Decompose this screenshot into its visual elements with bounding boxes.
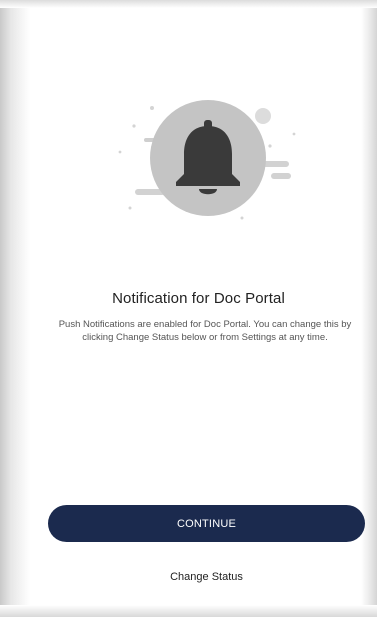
notification-message: Push Notifications are enabled for Doc P… xyxy=(58,319,352,343)
decor-dot xyxy=(240,216,244,220)
continue-button[interactable]: CONTINUE xyxy=(48,505,365,542)
bell-illustration xyxy=(118,100,296,220)
decor-dot xyxy=(118,150,122,154)
decor-dot xyxy=(150,106,154,110)
bottom-edge-shadow xyxy=(0,605,377,617)
decor-small-circle xyxy=(255,108,271,124)
left-edge-shadow xyxy=(0,0,30,617)
page-title: Notification for Doc Portal xyxy=(112,290,285,307)
change-status-link[interactable]: Change Status xyxy=(48,571,365,583)
decor-dot xyxy=(292,132,296,136)
top-edge-shadow xyxy=(0,0,377,8)
decor-dot xyxy=(268,144,272,148)
notification-screen: Notification for Doc Portal Push Notific… xyxy=(0,0,377,617)
decor-dot xyxy=(132,124,136,128)
decor-dot xyxy=(128,206,132,210)
